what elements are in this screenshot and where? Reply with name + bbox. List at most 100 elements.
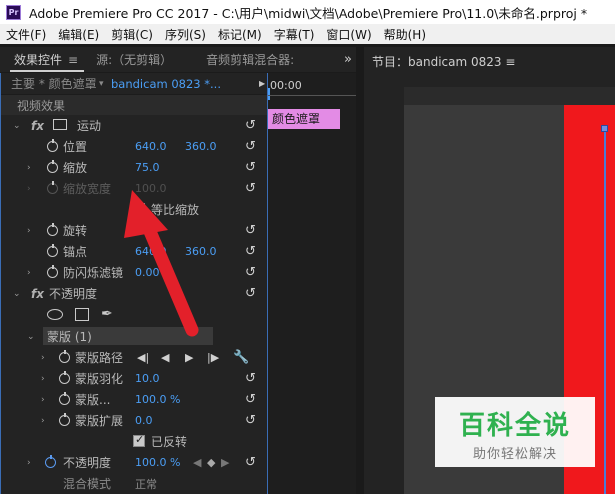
expand-arrow-icon[interactable]: ›	[41, 353, 45, 363]
reset-icon[interactable]: ↺	[245, 286, 256, 301]
reset-icon[interactable]: ↺	[245, 181, 256, 196]
stopwatch-icon[interactable]	[47, 244, 58, 257]
stopwatch-active-icon[interactable]	[45, 455, 56, 468]
blend-mode-value[interactable]: 正常	[135, 476, 157, 492]
fx-icon[interactable]: fx	[31, 119, 44, 133]
fx-icon[interactable]: fx	[31, 287, 44, 301]
reset-icon[interactable]: ↺	[245, 244, 256, 259]
collapse-arrow-icon[interactable]: ⌄	[13, 121, 21, 131]
scale-value[interactable]: 75.0	[135, 161, 160, 174]
menu-edit[interactable]: 编辑(E)	[52, 26, 105, 43]
blend-mode-label: 混合模式	[63, 477, 112, 491]
effect-controls-list: 主要 * 颜色遮罩 ▾ bandicam 0823 *... ▶ 视频效果 ⌄ …	[0, 73, 268, 494]
mask-expansion-value[interactable]: 0.0	[135, 414, 153, 427]
more-panels-icon[interactable]: »	[344, 52, 352, 67]
mask-feather-value[interactable]: 10.0	[135, 372, 160, 385]
source-bar: 主要 * 颜色遮罩 ▾ bandicam 0823 *... ▶	[1, 73, 267, 95]
opacity-effect-row[interactable]: ⌄ fx 不透明度 ↺	[1, 283, 267, 304]
stopwatch-icon[interactable]	[59, 371, 70, 384]
menu-sequence[interactable]: 序列(S)	[159, 26, 212, 43]
collapse-arrow-icon[interactable]: ⌄	[13, 289, 21, 299]
track-prev-all-icon[interactable]: ◀|	[137, 351, 149, 364]
expand-arrow-icon[interactable]: ›	[27, 458, 31, 468]
reset-icon[interactable]: ↺	[245, 160, 256, 175]
inverted-checkbox[interactable]	[133, 433, 145, 447]
scale-width-label: 缩放宽度	[63, 182, 112, 196]
effect-timeline[interactable]: 00:00 颜色遮罩	[268, 73, 356, 494]
expand-arrow-icon[interactable]: ›	[41, 395, 45, 405]
tab-program[interactable]: 节目：bandicam 0823 ≡	[372, 53, 515, 70]
position-x-value[interactable]: 640.0	[135, 140, 167, 153]
sequence-clip-label[interactable]: bandicam 0823 *...	[111, 77, 221, 91]
anchor-y-value[interactable]: 360.0	[185, 245, 217, 258]
panel-divider[interactable]	[356, 47, 364, 494]
track-prev-icon[interactable]: ◀	[161, 351, 169, 364]
menu-file[interactable]: 文件(F)	[0, 26, 52, 43]
track-next-icon[interactable]: ▶	[185, 351, 193, 364]
opacity-value[interactable]: 100.0 %	[135, 456, 180, 469]
mask-vertex-handle[interactable]	[601, 125, 608, 132]
tab-source[interactable]: 源:（无剪辑）	[96, 51, 172, 68]
mask-outline[interactable]	[604, 129, 606, 494]
reset-icon[interactable]: ↺	[245, 139, 256, 154]
menu-window[interactable]: 窗口(W)	[320, 26, 377, 43]
stopwatch-icon[interactable]	[47, 139, 58, 152]
expand-arrow-icon[interactable]: ›	[41, 416, 45, 426]
watermark-subtitle: 助你轻松解决	[472, 447, 557, 462]
collapse-arrow-icon[interactable]: ⌄	[27, 332, 35, 342]
reset-icon[interactable]: ↺	[245, 371, 256, 386]
stopwatch-icon[interactable]	[47, 181, 58, 194]
panel-menu-icon[interactable]: ≡	[68, 53, 78, 67]
menu-title[interactable]: 字幕(T)	[268, 26, 321, 43]
stopwatch-icon[interactable]	[47, 265, 58, 278]
menu-marker[interactable]: 标记(M)	[212, 26, 268, 43]
reset-icon[interactable]: ↺	[245, 223, 256, 238]
pen-mask-icon[interactable]: ✒	[101, 306, 113, 322]
expand-arrow-icon[interactable]: ›	[27, 163, 31, 173]
expand-arrow-icon[interactable]: ›	[27, 184, 31, 194]
position-y-value[interactable]: 360.0	[185, 140, 217, 153]
reset-icon[interactable]: ↺	[245, 455, 256, 470]
stopwatch-icon[interactable]	[59, 413, 70, 426]
mask-row[interactable]: ⌄ 蒙版 (1)	[1, 326, 267, 347]
watermark-logo: 百科全说 助你轻松解决	[435, 397, 595, 467]
keyframe-next-icon[interactable]: ▶	[221, 456, 229, 469]
timeline-ruler[interactable]	[268, 95, 356, 101]
ellipse-mask-icon[interactable]	[47, 309, 63, 320]
reset-icon[interactable]: ↺	[245, 118, 256, 133]
wrench-icon[interactable]: 🔧	[233, 350, 249, 365]
premiere-app-icon: Pr	[6, 4, 21, 20]
menu-help[interactable]: 帮助(H)	[378, 26, 432, 43]
stopwatch-icon[interactable]	[59, 392, 70, 405]
stopwatch-icon[interactable]	[47, 223, 58, 236]
inverted-row: 已反转	[1, 431, 267, 452]
motion-effect-row[interactable]: ⌄ fx 运动 ↺	[1, 115, 267, 136]
anti-flicker-value[interactable]: 0.00	[135, 266, 160, 279]
color-matte-clip[interactable]: 颜色遮罩	[268, 109, 340, 129]
scale-width-row: › 缩放宽度 100.0 ↺	[1, 178, 267, 199]
mask-tools-row: ✒	[1, 304, 267, 325]
chevron-down-icon[interactable]: ▾	[99, 79, 104, 89]
motion-transform-icon[interactable]	[53, 119, 67, 130]
expand-arrow-icon[interactable]: ›	[27, 226, 31, 236]
stopwatch-icon[interactable]	[47, 160, 58, 173]
menu-clip[interactable]: 剪辑(C)	[105, 26, 159, 43]
keyframe-prev-icon[interactable]: ◀	[193, 456, 201, 469]
expand-arrow-icon[interactable]: ›	[27, 268, 31, 278]
tab-effect-controls[interactable]: 效果控件	[14, 51, 62, 68]
mask-opacity-value[interactable]: 100.0 %	[135, 393, 180, 406]
motion-label: 运动	[77, 119, 102, 133]
anchor-x-value[interactable]: 640.0	[135, 245, 167, 258]
reset-icon[interactable]: ↺	[245, 392, 256, 407]
master-clip-label[interactable]: 主要 * 颜色遮罩	[11, 75, 97, 92]
reset-icon[interactable]: ↺	[245, 265, 256, 280]
tab-audio-clip-mixer[interactable]: 音频剪辑混合器:	[206, 51, 294, 68]
play-triangle-icon[interactable]: ▶	[259, 79, 265, 88]
stopwatch-icon[interactable]	[59, 350, 70, 363]
rectangle-mask-icon[interactable]	[75, 308, 89, 321]
keyframe-add-icon[interactable]: ◆	[207, 456, 215, 469]
uniform-scale-checkbox[interactable]	[133, 201, 145, 215]
track-next-all-icon[interactable]: |▶	[207, 351, 219, 364]
expand-arrow-icon[interactable]: ›	[41, 374, 45, 384]
reset-icon[interactable]: ↺	[245, 413, 256, 428]
